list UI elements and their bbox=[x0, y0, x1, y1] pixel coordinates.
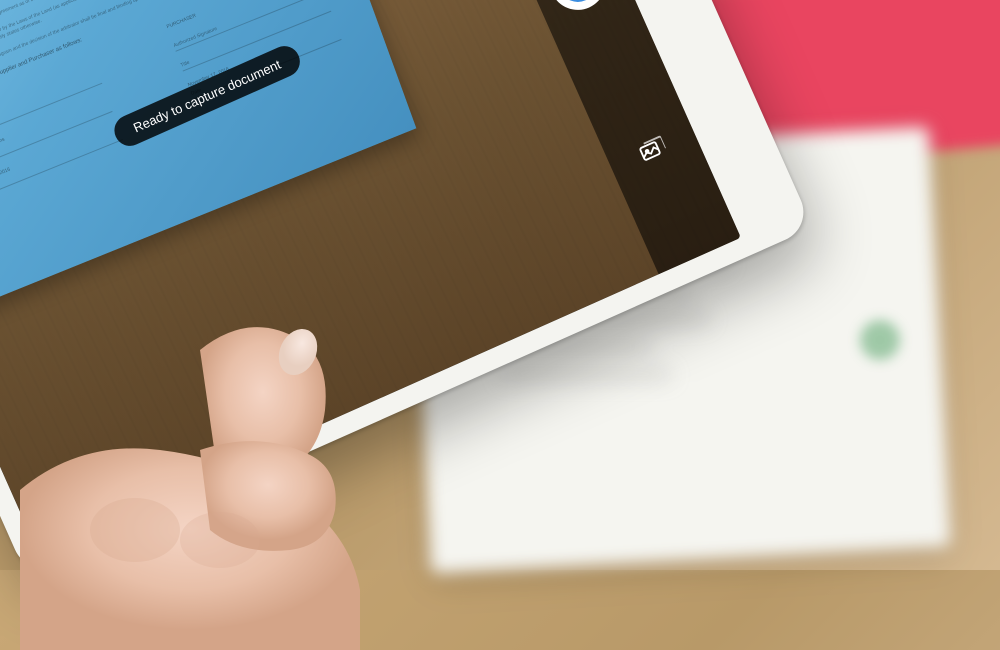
capture-button-ring bbox=[551, 0, 604, 8]
gallery-icon bbox=[636, 133, 669, 164]
gallery-button[interactable] bbox=[626, 122, 679, 175]
background-paper-logo bbox=[860, 320, 900, 360]
capture-button[interactable] bbox=[541, 0, 615, 19]
